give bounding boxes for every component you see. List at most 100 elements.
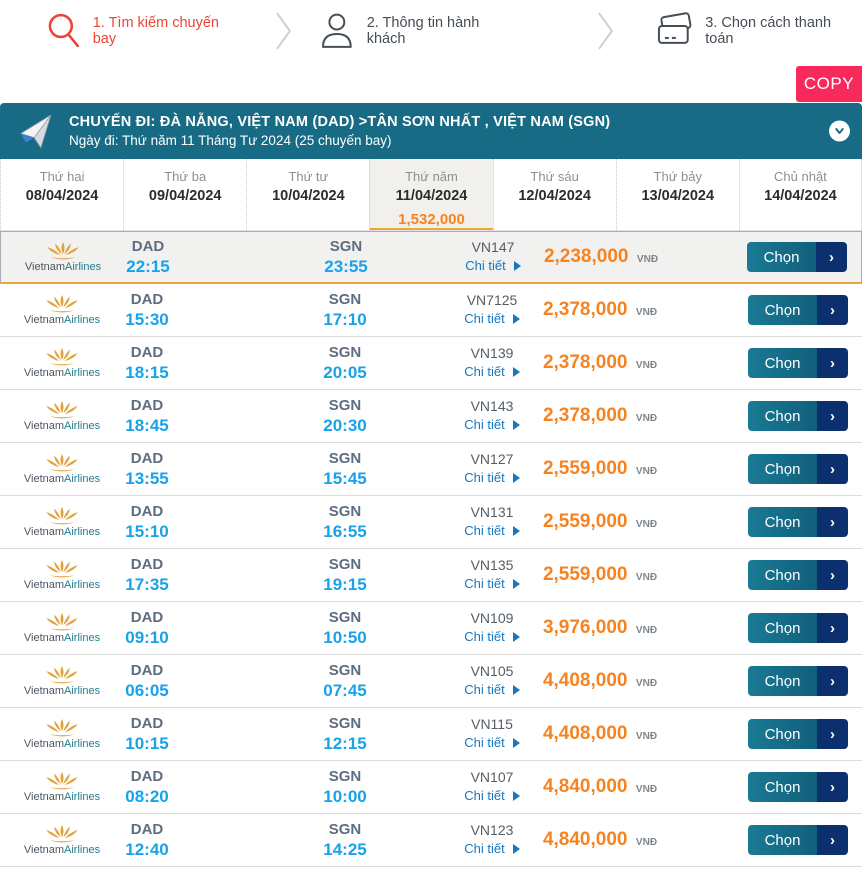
price-currency: VNĐ — [635, 307, 658, 318]
flight-detail-link[interactable]: Chi tiết — [465, 258, 521, 273]
select-arrow-icon: › — [817, 825, 848, 855]
select-flight-button[interactable]: Chọn › — [748, 613, 848, 643]
flight-detail-link[interactable]: Chi tiết — [464, 523, 520, 538]
price-cell: 4,840,000 VNĐ — [537, 776, 663, 798]
airline-logo: VietnamAirlines — [0, 453, 112, 485]
departure-cell: DAD 18:15 — [112, 344, 182, 383]
detail-arrow-icon — [513, 260, 521, 271]
step-passenger-info[interactable]: 2. Thông tin hành khách — [319, 12, 521, 50]
arrival-cell: SGN 15:45 — [310, 450, 380, 489]
select-flight-button[interactable]: Chọn › — [748, 719, 848, 749]
departure-code: DAD — [130, 555, 164, 573]
airline-logo: VietnamAirlines — [0, 771, 112, 803]
select-label: Chọn — [748, 348, 817, 378]
airline-name: VietnamAirlines — [23, 367, 101, 379]
arrival-cell: SGN 14:25 — [310, 821, 380, 860]
select-flight-button[interactable]: Chọn › — [747, 242, 847, 272]
price-currency: VNĐ — [636, 254, 659, 265]
flight-detail-link[interactable]: Chi tiết — [464, 629, 520, 644]
select-flight-button[interactable]: Chọn › — [748, 666, 848, 696]
arrival-code: SGN — [328, 820, 362, 838]
detail-arrow-icon — [512, 631, 520, 642]
flight-row: VietnamAirlines DAD 18:45 SGN 20:30 VN14… — [0, 390, 862, 443]
flight-info-cell: VN135 Chi tiết — [447, 557, 537, 593]
flight-info-cell: VN7125 Chi tiết — [447, 292, 537, 328]
day-tab[interactable]: Thứ sáu 12/04/2024 — [492, 159, 616, 230]
detail-label: Chi tiết — [465, 258, 506, 273]
arrival-time: 19:15 — [323, 574, 367, 594]
flight-row: VietnamAirlines DAD 18:15 SGN 20:05 VN13… — [0, 337, 862, 390]
select-button-cell: Chọn › — [745, 772, 862, 802]
price-value: 2,559,000 — [542, 564, 628, 585]
detail-arrow-icon — [512, 313, 520, 324]
departure-cell: DAD 15:30 — [112, 291, 182, 330]
detail-arrow-icon — [512, 525, 520, 536]
select-flight-button[interactable]: Chọn › — [748, 401, 848, 431]
step-payment-method[interactable]: 3. Chọn cách thanh toán — [653, 11, 862, 51]
flight-number: VN131 — [470, 504, 514, 520]
flight-info-cell: VN109 Chi tiết — [447, 610, 537, 646]
flight-info-cell: VN147 Chi tiết — [448, 239, 538, 275]
arrival-cell: SGN 17:10 — [310, 291, 380, 330]
arrival-code: SGN — [328, 714, 362, 732]
flight-detail-link[interactable]: Chi tiết — [464, 364, 520, 379]
trip-header: CHUYẾN ĐI: ĐÀ NẴNG, VIỆT NAM (DAD) >TÂN … — [0, 103, 862, 159]
departure-time: 10:15 — [125, 733, 169, 753]
airline-logo: VietnamAirlines — [0, 612, 112, 644]
departure-code: DAD — [130, 714, 164, 732]
departure-code: DAD — [130, 502, 164, 520]
flight-detail-link[interactable]: Chi tiết — [464, 576, 520, 591]
departure-cell: DAD 18:45 — [112, 397, 182, 436]
trip-date-subtitle: Ngày đi: Thứ năm 11 Tháng Tư 2024 (25 ch… — [69, 133, 392, 148]
select-flight-button[interactable]: Chọn › — [748, 348, 848, 378]
lotus-icon — [46, 347, 78, 366]
price-currency: VNĐ — [635, 784, 658, 795]
arrival-time: 14:25 — [323, 839, 367, 859]
flight-detail-link[interactable]: Chi tiết — [464, 841, 520, 856]
trip-header-text: CHUYẾN ĐI: ĐÀ NẴNG, VIỆT NAM (DAD) >TÂN … — [69, 114, 610, 148]
price-currency: VNĐ — [635, 731, 658, 742]
flight-detail-link[interactable]: Chi tiết — [464, 735, 520, 750]
day-tab[interactable]: Thứ bảy 13/04/2024 — [615, 159, 739, 230]
detail-arrow-icon — [512, 472, 520, 483]
flight-detail-link[interactable]: Chi tiết — [464, 470, 520, 485]
day-tab[interactable]: Chủ nhật 14/04/2024 — [738, 159, 862, 230]
flight-number: VN147 — [471, 239, 515, 255]
airline-logo: VietnamAirlines — [0, 824, 112, 856]
detail-label: Chi tiết — [464, 576, 505, 591]
flight-detail-link[interactable]: Chi tiết — [464, 682, 520, 697]
airline-logo: VietnamAirlines — [0, 665, 112, 697]
price-currency: VNĐ — [635, 519, 658, 530]
day-tab[interactable]: Thứ ba 09/04/2024 — [123, 159, 246, 230]
arrival-time: 12:15 — [323, 733, 367, 753]
arrival-cell: SGN 20:05 — [310, 344, 380, 383]
select-flight-button[interactable]: Chọn › — [748, 772, 848, 802]
departure-cell: DAD 12:40 — [112, 821, 182, 860]
step-search-flight[interactable]: 1. Tìm kiếm chuyến bay — [45, 11, 245, 51]
select-flight-button[interactable]: Chọn › — [748, 454, 848, 484]
price-value: 4,840,000 — [542, 776, 628, 797]
day-name: Thứ bảy — [653, 169, 702, 184]
select-flight-button[interactable]: Chọn › — [748, 825, 848, 855]
arrival-time: 15:45 — [323, 468, 367, 488]
flight-detail-link[interactable]: Chi tiết — [464, 417, 520, 432]
airline-name: VietnamAirlines — [23, 420, 101, 432]
collapse-toggle-button[interactable] — [829, 120, 850, 142]
departure-cell: DAD 17:35 — [112, 556, 182, 595]
select-flight-button[interactable]: Chọn › — [748, 560, 848, 590]
select-flight-button[interactable]: Chọn › — [748, 295, 848, 325]
copy-button[interactable]: COPY — [796, 66, 862, 102]
flight-detail-link[interactable]: Chi tiết — [464, 311, 520, 326]
flight-detail-link[interactable]: Chi tiết — [464, 788, 520, 803]
day-tab[interactable]: Thứ tư 10/04/2024 — [246, 159, 369, 230]
day-tab[interactable]: Thứ năm 11/04/2024 1,532,000 — [369, 159, 493, 230]
day-date: 08/04/2024 — [25, 188, 99, 204]
departure-cell: DAD 08:20 — [112, 768, 182, 807]
flight-info-cell: VN107 Chi tiết — [447, 769, 537, 805]
detail-arrow-icon — [512, 419, 520, 430]
select-arrow-icon: › — [817, 295, 848, 325]
select-flight-button[interactable]: Chọn › — [748, 507, 848, 537]
arrival-cell: SGN 20:30 — [310, 397, 380, 436]
flight-row: VietnamAirlines DAD 09:10 SGN 10:50 VN10… — [0, 602, 862, 655]
day-tab[interactable]: Thứ hai 08/04/2024 — [0, 159, 123, 230]
